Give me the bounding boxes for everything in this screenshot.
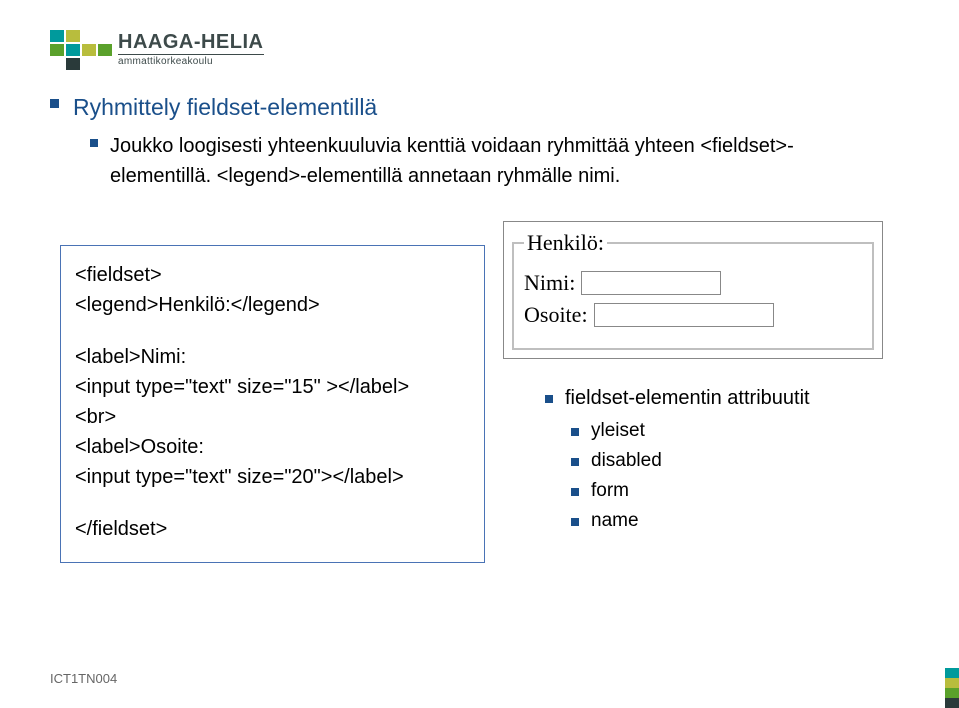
heading-text: Ryhmittely fieldset-elementillä [73,92,377,123]
bullet-icon [571,488,579,496]
corner-decoration-icon [945,668,959,708]
preview-label-osoite: Osoite: [524,302,588,328]
preview-label-nimi: Nimi: [524,270,575,296]
logo-mark-icon [50,28,108,70]
preview-fieldset: Henkilö: Nimi: Osoite: [512,230,874,350]
rendered-form-preview: Henkilö: Nimi: Osoite: [503,221,883,359]
attr-heading: fieldset-elementin attribuutit [545,387,909,410]
logo-subtitle: ammattikorkeakoulu [118,54,264,67]
course-code: ICT1TN004 [50,671,117,686]
preview-row-osoite: Osoite: [524,302,862,328]
attr-item-text: form [591,480,629,502]
code-line: <br> [75,402,470,432]
attr-item-text: yleiset [591,420,645,442]
logo: HAAGA-HELIA ammattikorkeakoulu [50,28,909,70]
attr-item-text: disabled [591,450,662,472]
bullet-icon [90,139,98,147]
attr-item: form [571,480,909,502]
code-line: </fieldset> [75,514,470,544]
code-line: <input type="text" size="20"></label> [75,462,470,492]
code-line: <input type="text" size="15" ></label> [75,372,470,402]
attr-item: name [571,510,909,532]
attr-item: disabled [571,450,909,472]
attr-heading-text: fieldset-elementin attribuutit [565,387,810,410]
code-line: <legend>Henkilö:</legend> [75,290,470,320]
bullet-icon [50,99,59,108]
slide-heading: Ryhmittely fieldset-elementillä [50,92,909,123]
preview-input-osoite[interactable] [594,303,774,327]
bullet-icon [571,458,579,466]
preview-input-nimi[interactable] [581,271,721,295]
code-line: <label>Osoite: [75,432,470,462]
subtext-text: Joukko loogisesti yhteenkuuluvia kenttiä… [110,131,850,191]
attr-item: yleiset [571,420,909,442]
code-line: <label>Nimi: [75,342,470,372]
logo-title: HAAGA-HELIA [118,32,264,52]
bullet-icon [571,518,579,526]
bullet-icon [545,395,553,403]
attr-item-text: name [591,510,639,532]
preview-row-nimi: Nimi: [524,270,862,296]
bullet-icon [571,428,579,436]
code-example-box: <fieldset> <legend>Henkilö:</legend> <la… [60,245,485,563]
code-line: <fieldset> [75,260,470,290]
slide-subtext: Joukko loogisesti yhteenkuuluvia kenttiä… [90,131,909,191]
preview-legend: Henkilö: [524,230,607,256]
